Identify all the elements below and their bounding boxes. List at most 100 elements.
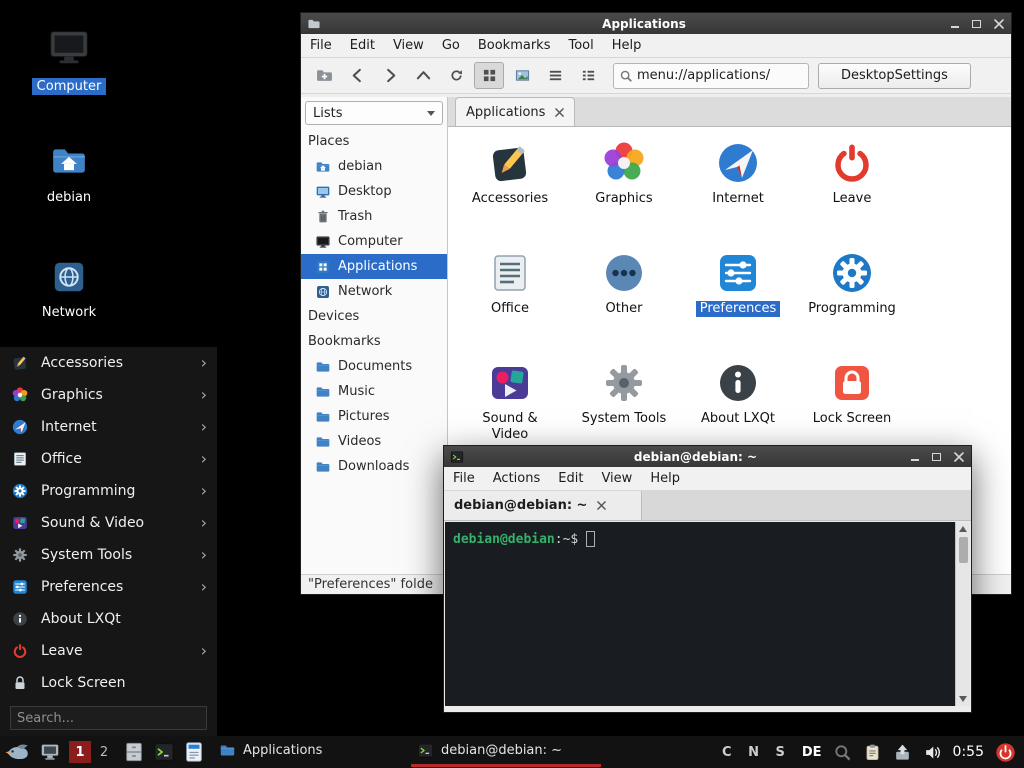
fm-titlebar[interactable]: Applications xyxy=(301,13,1011,34)
scroll-up-icon[interactable] xyxy=(959,526,967,532)
menu-edit[interactable]: Edit xyxy=(549,467,592,490)
maximize-button[interactable] xyxy=(969,16,984,31)
close-button[interactable] xyxy=(991,16,1006,31)
menu-item-office[interactable]: Office › xyxy=(0,443,217,475)
clipboard-icon[interactable] xyxy=(863,743,882,762)
sidebar-mode-combo[interactable]: Lists xyxy=(305,101,443,125)
detailed-view-button[interactable] xyxy=(573,62,603,89)
file-manager-launcher[interactable] xyxy=(123,741,145,763)
clock[interactable]: 0:55 xyxy=(953,744,984,760)
forward-button[interactable] xyxy=(375,62,405,89)
menu-file[interactable]: File xyxy=(301,34,341,57)
app-item-leave[interactable]: Leave xyxy=(795,137,909,247)
tab-close-icon[interactable] xyxy=(597,501,606,510)
show-desktop-button[interactable] xyxy=(39,741,61,763)
terminal-tab[interactable]: debian@debian: ~ xyxy=(444,491,642,520)
minimize-button[interactable] xyxy=(907,449,922,464)
app-item-accessories[interactable]: Accessories xyxy=(453,137,567,247)
updates-icon[interactable] xyxy=(893,743,912,762)
menu-item-lock-screen[interactable]: Lock Screen xyxy=(0,667,217,699)
menu-item-leave[interactable]: Leave › xyxy=(0,635,217,667)
reload-button[interactable] xyxy=(441,62,471,89)
sidebar-item-videos[interactable]: Videos xyxy=(301,429,447,454)
sidebar-item-computer[interactable]: Computer xyxy=(301,229,447,254)
task-button-terminal[interactable]: debian@debian: ~ xyxy=(411,737,601,767)
icon-view-button[interactable] xyxy=(474,62,504,89)
sidebar-item-music[interactable]: Music xyxy=(301,379,447,404)
sidebar-item-downloads[interactable]: Downloads xyxy=(301,454,447,479)
task-button-applications[interactable]: Applications xyxy=(213,737,403,767)
app-item-preferences[interactable]: Preferences xyxy=(681,247,795,357)
info-icon xyxy=(714,359,762,407)
menu-view[interactable]: View xyxy=(384,34,433,57)
keyboard-layout-indicator[interactable]: DE xyxy=(802,745,822,760)
menu-item-accessories[interactable]: Accessories › xyxy=(0,347,217,379)
menu-item-preferences[interactable]: Preferences › xyxy=(0,571,217,603)
app-item-label: About LXQt xyxy=(697,411,779,427)
compact-view-button[interactable] xyxy=(540,62,570,89)
menu-actions[interactable]: Actions xyxy=(484,467,550,490)
menu-item-sound-video[interactable]: Sound & Video › xyxy=(0,507,217,539)
scrollbar[interactable] xyxy=(955,522,970,706)
screenshot-tool-icon[interactable] xyxy=(833,743,852,762)
workspace-1-button[interactable]: 1 xyxy=(69,741,91,763)
minimize-button[interactable] xyxy=(947,16,962,31)
tab-applications[interactable]: Applications xyxy=(455,97,575,126)
menu-tool[interactable]: Tool xyxy=(559,34,602,57)
menu-item-about-lxqt[interactable]: About LXQt xyxy=(0,603,217,635)
app-item-internet[interactable]: Internet xyxy=(681,137,795,247)
menu-item-programming[interactable]: Programming › xyxy=(0,475,217,507)
sidebar-item-network[interactable]: Network xyxy=(301,279,447,304)
sidebar-header-places[interactable]: Places xyxy=(301,129,447,154)
terminal-console[interactable]: debian@debian:~$ xyxy=(445,522,955,706)
menu-help[interactable]: Help xyxy=(603,34,651,57)
desktop-settings-button[interactable]: DesktopSettings xyxy=(818,63,971,89)
app-item-office[interactable]: Office xyxy=(453,247,567,357)
sidebar-header-bookmarks[interactable]: Bookmarks xyxy=(301,329,447,354)
power-button[interactable] xyxy=(995,742,1016,763)
desktop-icon-debian[interactable]: debian xyxy=(31,141,107,206)
sidebar-item-desktop[interactable]: Desktop xyxy=(301,179,447,204)
menu-bookmarks[interactable]: Bookmarks xyxy=(469,34,560,57)
thumbnail-view-button[interactable] xyxy=(507,62,537,89)
internet-icon xyxy=(10,417,30,437)
up-button[interactable] xyxy=(408,62,438,89)
tab-close-icon[interactable] xyxy=(555,108,564,117)
path-bar[interactable] xyxy=(613,63,809,89)
menu-file[interactable]: File xyxy=(444,467,484,490)
sidebar-item-debian[interactable]: debian xyxy=(301,154,447,179)
graphics-icon xyxy=(10,385,30,405)
terminal-launcher[interactable] xyxy=(153,741,175,763)
sidebar-item-documents[interactable]: Documents xyxy=(301,354,447,379)
sidebar-item-trash[interactable]: Trash xyxy=(301,204,447,229)
sidebar-header-devices[interactable]: Devices xyxy=(301,304,447,329)
sidebar-item-pictures[interactable]: Pictures xyxy=(301,404,447,429)
menu-item-graphics[interactable]: Graphics › xyxy=(0,379,217,411)
menu-item-system-tools[interactable]: System Tools › xyxy=(0,539,217,571)
path-input[interactable] xyxy=(637,68,803,83)
menu-item-internet[interactable]: Internet › xyxy=(0,411,217,443)
menu-view[interactable]: View xyxy=(592,467,641,490)
menu-edit[interactable]: Edit xyxy=(341,34,384,57)
volume-icon[interactable] xyxy=(923,743,942,762)
app-item-programming[interactable]: Programming xyxy=(795,247,909,357)
main-menu-button[interactable] xyxy=(5,739,31,765)
workspace-2-button[interactable]: 2 xyxy=(93,741,115,763)
sidebar-item-applications[interactable]: Applications xyxy=(301,254,447,279)
desktop-icon-computer[interactable]: Computer xyxy=(31,24,107,95)
app-item-graphics[interactable]: Graphics xyxy=(567,137,681,247)
scrollbar-thumb[interactable] xyxy=(959,537,968,563)
scroll-down-icon[interactable] xyxy=(959,696,967,702)
menu-go[interactable]: Go xyxy=(433,34,469,57)
text-editor-launcher[interactable] xyxy=(183,741,205,763)
menu-help[interactable]: Help xyxy=(641,467,689,490)
menu-search-input[interactable] xyxy=(10,706,207,730)
desktop-icon-network[interactable]: Network xyxy=(31,258,107,321)
terminal-titlebar[interactable]: debian@debian: ~ xyxy=(444,446,971,467)
new-tab-button[interactable] xyxy=(309,62,339,89)
close-button[interactable] xyxy=(951,449,966,464)
folder-window-icon xyxy=(306,16,321,31)
maximize-button[interactable] xyxy=(929,449,944,464)
app-item-other[interactable]: Other xyxy=(567,247,681,357)
back-button[interactable] xyxy=(342,62,372,89)
